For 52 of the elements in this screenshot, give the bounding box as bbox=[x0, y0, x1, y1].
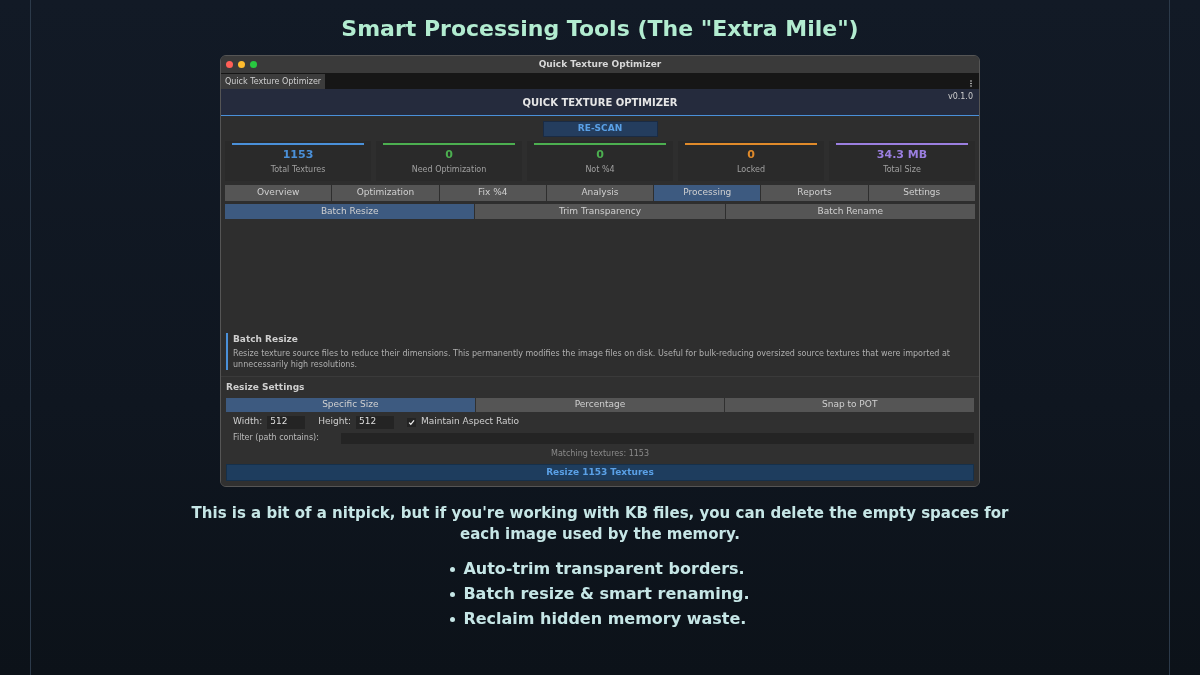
info-text: Resize texture source files to reduce their dimensions. This permanently modifies the image files on disk. Useful for bulk-reducing oversized source textures that were imported at unnecessarily high resolutions. bbox=[233, 347, 951, 370]
stat-value: 0 bbox=[596, 147, 604, 163]
stat-value: 0 bbox=[747, 147, 755, 163]
tab[interactable]: Batch Rename bbox=[725, 204, 975, 219]
tab[interactable]: Snap to POT bbox=[725, 398, 974, 412]
bullet-icon bbox=[450, 566, 456, 572]
settings-heading: Resize Settings bbox=[226, 380, 306, 394]
tab[interactable]: Optimization bbox=[332, 185, 439, 201]
slide-title: Smart Processing Tools (The "Extra Mile") bbox=[341, 15, 859, 43]
tab[interactable]: Specific Size bbox=[226, 398, 475, 412]
window-title: Quick Texture Optimizer bbox=[538, 57, 662, 71]
header-title: QUICK TEXTURE OPTIMIZER bbox=[522, 95, 678, 110]
tab[interactable]: Trim Transparency bbox=[475, 204, 725, 219]
rescan-button[interactable]: RE-SCAN bbox=[542, 121, 658, 137]
maximize-icon[interactable] bbox=[250, 61, 257, 68]
bullet-icon bbox=[450, 616, 456, 622]
stat-label: Not %4 bbox=[585, 163, 615, 176]
stat-value: 34.3 MB bbox=[876, 147, 928, 163]
stat-label: Total Textures bbox=[270, 163, 326, 176]
stat-value: 0 bbox=[445, 147, 453, 163]
height-label: Height: bbox=[318, 415, 351, 429]
width-label: Width: bbox=[233, 415, 263, 429]
editor-tab[interactable]: Quick Texture Optimizer bbox=[221, 74, 326, 89]
tab[interactable]: Batch Resize bbox=[225, 204, 475, 219]
height-field[interactable]: 512 bbox=[356, 415, 394, 429]
tab[interactable]: Processing bbox=[654, 185, 761, 201]
stat-label: Total Size bbox=[883, 163, 921, 176]
tab[interactable]: Percentage bbox=[475, 398, 725, 412]
resize-button[interactable]: Resize 1153 Textures bbox=[226, 464, 974, 481]
filter-label: Filter (path contains): bbox=[233, 432, 320, 444]
check-icon bbox=[408, 418, 415, 426]
tab[interactable]: Fix %4 bbox=[439, 185, 546, 201]
stat-value: 1153 bbox=[282, 147, 314, 163]
tab[interactable]: Reports bbox=[761, 185, 868, 201]
matching-count: Matching textures: 1153 bbox=[551, 448, 649, 460]
stat-label: Need Optimization bbox=[411, 163, 487, 176]
tab[interactable]: Overview bbox=[225, 185, 332, 201]
info-title: Batch Resize bbox=[233, 333, 299, 346]
bullet-text: Reclaim hidden memory waste. bbox=[463, 608, 747, 630]
tab[interactable]: Settings bbox=[868, 185, 975, 201]
minimize-icon[interactable] bbox=[238, 61, 245, 68]
slide-paragraph: This is a bit of a nitpick, but if you're working with KB files, you can delete the empty spaces for each image used by the memory. bbox=[190, 503, 1010, 545]
stat-label: Locked bbox=[737, 163, 765, 176]
tab[interactable]: Analysis bbox=[546, 185, 654, 201]
aspect-checkbox[interactable] bbox=[407, 417, 416, 427]
bullet-icon bbox=[450, 591, 456, 597]
version-label: v0.1.0 bbox=[947, 91, 973, 103]
close-icon[interactable] bbox=[226, 61, 233, 68]
width-field[interactable]: 512 bbox=[267, 415, 306, 429]
aspect-label: Maintain Aspect Ratio bbox=[421, 415, 520, 429]
bullet-text: Batch resize & smart renaming. bbox=[463, 583, 750, 605]
bullet-text: Auto-trim transparent borders. bbox=[463, 558, 745, 580]
